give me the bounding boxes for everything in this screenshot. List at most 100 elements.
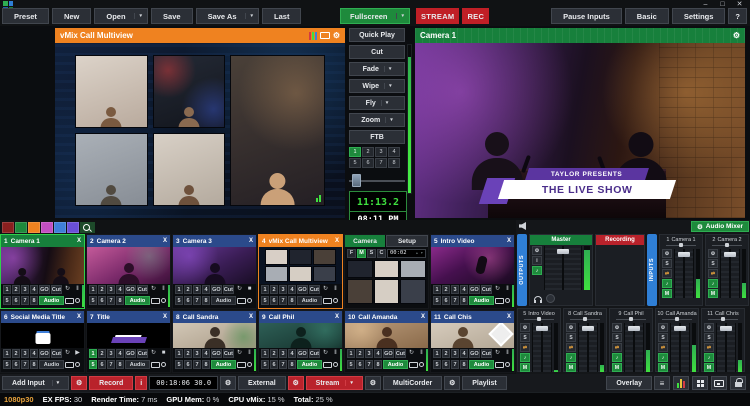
playstate-icon[interactable]: ▶ [73,349,82,358]
solo-button[interactable]: S [704,333,714,342]
playstate-icon[interactable]: ‖ [417,349,426,358]
overlay-1-button[interactable]: 1 [175,285,183,294]
overlay-7-button[interactable]: 7 [279,296,287,305]
loop-icon[interactable]: ↻ [235,285,244,294]
preset-1-button[interactable]: 1 [349,147,361,157]
audio-mixer-button[interactable]: ⚙ Audio Mixer [691,221,749,232]
save-button[interactable]: Save [151,8,193,24]
overlay-7-button[interactable]: 7 [107,360,115,369]
chevron-down-icon[interactable]: ▾ [245,13,254,19]
gear-icon[interactable]: ⚙ [566,323,576,332]
record-info-button[interactable]: i [135,376,147,390]
category-color-5[interactable] [54,222,66,233]
balance-slider[interactable] [660,243,702,248]
overlay-3-button[interactable]: 3 [279,349,287,358]
overlay-7-button[interactable]: 7 [451,296,459,305]
go-button[interactable]: GO [39,285,50,294]
loop-icon[interactable]: ↻ [321,285,330,294]
slider-knob[interactable] [724,252,736,257]
audio-button[interactable]: Audio [39,296,64,305]
input-slot-10[interactable]: 10Call AmandaX1234GOCut↻‖5678Audio [344,310,429,373]
volume-slider[interactable] [674,249,694,298]
lock-icon[interactable] [730,376,746,390]
overlay-2-button[interactable]: 2 [442,285,450,294]
mute-button[interactable]: M [658,363,668,372]
solo-button[interactable]: S [612,333,622,342]
preset-2-button[interactable]: 2 [362,147,374,157]
program-header[interactable]: Camera 1 ⚙ [415,28,745,43]
playstate-icon[interactable]: ‖ [73,285,82,294]
input-header[interactable]: 3Camera 3X [173,235,256,247]
solo-icon[interactable] [333,298,338,303]
input-slot-1[interactable]: 1Camera 1X1234GOCut↻‖5678Audio [0,234,85,309]
mute-button[interactable]: M [708,289,718,298]
call-tab-s[interactable]: S [367,249,376,258]
overlay-4-button[interactable]: 4 [116,285,124,294]
monitor-icon[interactable] [409,362,418,368]
monitor-icon[interactable] [65,362,74,368]
overlay-4-button[interactable]: 4 [460,285,468,294]
setup-button[interactable]: Setup [386,235,428,247]
overlay-1-button[interactable]: 1 [433,349,441,358]
solo-icon[interactable] [161,298,166,303]
call-tab-c[interactable]: C [377,249,386,258]
overlay-5-button[interactable]: 5 [261,296,269,305]
settings-button[interactable]: Settings [672,8,726,24]
overlay-4-button[interactable]: 4 [202,349,210,358]
overlay-3-button[interactable]: 3 [21,349,29,358]
overlay-8-button[interactable]: 8 [30,296,38,305]
call-participant-tile[interactable] [400,279,426,304]
open-button[interactable]: Open▾ [94,8,148,24]
monitor-icon[interactable] [495,362,504,368]
solo-icon[interactable] [505,362,510,367]
go-button[interactable]: GO [469,285,480,294]
chevron-down-icon[interactable]: ▾ [385,117,393,123]
monitor-icon[interactable] [323,362,332,368]
overlay-8-button[interactable]: 8 [116,296,124,305]
close-input-icon[interactable]: X [77,238,81,244]
balance-slider[interactable] [702,317,744,322]
slider-knob[interactable] [628,326,640,331]
solo-button[interactable]: S [566,333,576,342]
balance-slider[interactable] [656,317,698,322]
overlay-3-button[interactable]: 3 [279,285,287,294]
overlay-5-button[interactable]: 5 [261,360,269,369]
external-button[interactable]: External [238,376,286,390]
overlay-2-button[interactable]: 2 [442,349,450,358]
input-slot-9[interactable]: 9Call PhilX1234GOCut↻‖5678Audio [258,310,343,373]
category-color-1[interactable] [2,222,14,233]
overlay-1-button[interactable]: 1 [433,285,441,294]
overlay-1-button[interactable]: 1 [3,285,11,294]
overlay-5-button[interactable]: 5 [175,360,183,369]
volume-slider[interactable] [670,323,690,372]
overlay-1-button[interactable]: 1 [261,285,269,294]
go-button[interactable]: GO [211,285,222,294]
overlay-2-button[interactable]: 2 [98,349,106,358]
call-duration-field[interactable]: 00:02▴ ▾ [387,249,426,258]
last-button[interactable]: Last [262,8,301,24]
overlay-5-button[interactable]: 5 [433,360,441,369]
overlay-6-button[interactable]: 6 [442,360,450,369]
playstate-icon[interactable]: ‖ [159,285,168,294]
balance-knob[interactable] [629,317,633,321]
go-button[interactable]: GO [297,349,308,358]
category-color-2[interactable] [15,222,27,233]
volume-slider[interactable] [532,323,552,372]
close-input-icon[interactable]: X [249,238,253,244]
solo-button[interactable]: S [662,259,672,268]
cut-button[interactable]: Cut [309,285,320,294]
solo-icon[interactable] [333,362,338,367]
input-thumbnail[interactable] [173,247,256,284]
overlay-7-button[interactable]: 7 [193,360,201,369]
volume-slider[interactable] [720,249,740,298]
audio-button[interactable]: Audio [469,360,494,369]
call-participant-tile[interactable] [374,279,400,304]
input-thumbnail[interactable] [173,323,256,348]
balance-slider[interactable] [518,317,560,322]
loop-icon[interactable]: ↻ [149,285,158,294]
audio-bus-icon[interactable]: ♪ [704,353,714,362]
gear-icon[interactable]: ⚙ [662,249,672,258]
balance-knob[interactable] [546,294,555,303]
balance-slider[interactable] [706,243,748,248]
close-input-icon[interactable]: X [163,238,167,244]
